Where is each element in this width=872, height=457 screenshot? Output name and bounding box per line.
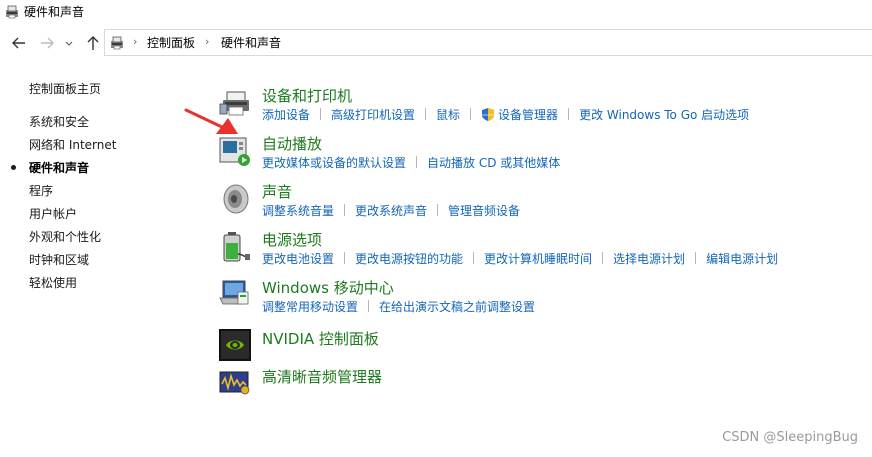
uac-shield-icon [482,108,495,121]
breadcrumb-separator-icon[interactable]: › [133,34,137,50]
category-links: 更改电池设置 更改电源按钮的功能 更改计算机睡眠时间 选择电源计划 编辑电源计划 [262,251,778,267]
breadcrumb-hardware-sound[interactable]: 硬件和声音 [221,35,281,51]
back-arrow-icon[interactable] [10,34,28,52]
link-mobility-settings[interactable]: 调整常用移动设置 [262,300,358,314]
category-links: 调整系统音量 更改系统声音 管理音频设备 [262,203,520,219]
divider [320,108,322,120]
link-sleep-time[interactable]: 更改计算机睡眠时间 [484,252,592,266]
divider [368,300,370,312]
divider [416,156,418,168]
link-mouse[interactable]: 鼠标 [436,108,460,122]
divider [425,108,427,120]
divider [602,252,604,264]
audio-manager-icon[interactable] [218,366,252,400]
divider [473,252,475,264]
battery-icon[interactable] [218,230,252,264]
link-adjust-volume[interactable]: 调整系统音量 [262,204,334,218]
divider [695,252,697,264]
link-presentation-settings[interactable]: 在给出演示文稿之前调整设置 [379,300,535,314]
autoplay-icon[interactable] [218,134,252,168]
address-bar[interactable]: › 控制面板 › 硬件和声音 [104,29,872,56]
divider [568,108,570,120]
link-battery-settings[interactable]: 更改电池设置 [262,252,334,266]
category-title[interactable]: NVIDIA 控制面板 [262,329,379,349]
category-title[interactable]: 设备和打印机 [262,86,352,106]
sidebar-item-ease-of-access[interactable]: 轻松使用 [29,275,77,291]
control-panel-icon [6,5,18,19]
link-device-manager[interactable]: 设备管理器 [498,108,558,122]
divider [344,252,346,264]
link-add-device[interactable]: 添加设备 [262,108,310,122]
link-power-buttons[interactable]: 更改电源按钮的功能 [355,252,463,266]
sidebar-item-appearance[interactable]: 外观和个性化 [29,229,101,245]
sidebar-item-programs[interactable]: 程序 [29,183,53,199]
window-title: 硬件和声音 [24,5,85,19]
annotation-arrow-icon [184,108,238,134]
link-manage-audio[interactable]: 管理音频设备 [448,204,520,218]
link-windows-to-go[interactable]: 更改 Windows To Go 启动选项 [579,108,749,122]
category-title[interactable]: 电源选项 [262,230,322,250]
chevron-down-icon[interactable] [63,34,75,52]
category-title[interactable]: 自动播放 [262,134,322,154]
nvidia-icon[interactable] [218,328,252,362]
link-edit-plan[interactable]: 编辑电源计划 [706,252,778,266]
sidebar-item-network[interactable]: 网络和 Internet [29,137,116,153]
link-choose-plan[interactable]: 选择电源计划 [613,252,685,266]
watermark: CSDN @SleepingBug [722,430,858,445]
link-change-default-media[interactable]: 更改媒体或设备的默认设置 [262,156,406,170]
category-links: 添加设备 高级打印机设置 鼠标 设备管理器 更改 Windows To Go 启动选项 [262,107,749,123]
sidebar-item-system-security[interactable]: 系统和安全 [29,114,89,130]
divider [470,108,472,120]
control-panel-icon [111,36,123,50]
divider [437,204,439,216]
active-bullet-icon [11,165,16,170]
sidebar-item-home[interactable]: 控制面板主页 [29,81,101,97]
link-change-sounds[interactable]: 更改系统声音 [355,204,427,218]
speaker-icon[interactable] [218,182,252,216]
breadcrumb-control-panel[interactable]: 控制面板 [147,35,195,51]
sidebar-item-clock-region[interactable]: 时钟和区域 [29,252,89,268]
category-title[interactable]: 声音 [262,182,292,202]
divider [344,204,346,216]
sidebar-item-hardware-sound[interactable]: 硬件和声音 [29,160,89,176]
category-title[interactable]: 高清晰音频管理器 [262,367,382,387]
link-autoplay-cd[interactable]: 自动播放 CD 或其他媒体 [427,156,560,170]
up-arrow-icon[interactable] [84,34,102,52]
category-title[interactable]: Windows 移动中心 [262,278,394,298]
title-bar: 硬件和声音 [0,0,872,26]
breadcrumb-separator-icon[interactable]: › [205,34,209,50]
mobility-center-icon[interactable] [218,278,252,312]
category-links: 调整常用移动设置 在给出演示文稿之前调整设置 [262,299,535,315]
forward-arrow-icon[interactable] [38,34,56,52]
category-links: 更改媒体或设备的默认设置 自动播放 CD 或其他媒体 [262,155,560,171]
link-advanced-printer[interactable]: 高级打印机设置 [331,108,415,122]
sidebar-item-user-accounts[interactable]: 用户帐户 [29,206,77,222]
